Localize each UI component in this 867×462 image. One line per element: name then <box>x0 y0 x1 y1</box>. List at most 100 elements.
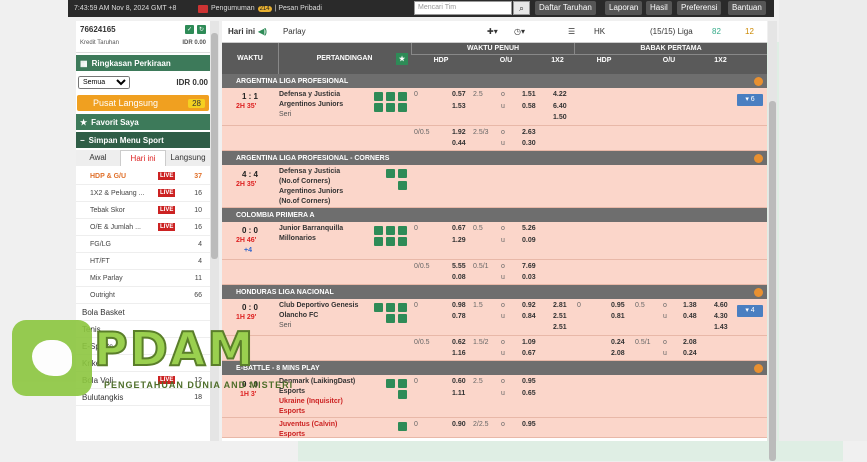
main-scrollbar[interactable] <box>768 21 777 461</box>
odds-value[interactable]: 0.24 <box>611 339 625 346</box>
odds-value[interactable]: 2.81 <box>553 302 567 309</box>
league-header[interactable]: E-BATTLE - 8 MINS PLAY <box>222 361 767 375</box>
nav-preferences[interactable]: Preferensi <box>677 1 722 15</box>
team-search-input[interactable]: Mencari Tim <box>414 1 512 15</box>
list-icon[interactable]: ☰ <box>568 27 575 36</box>
sport-item[interactable]: Bola Voli LIVE 12 <box>76 372 210 389</box>
info-icon[interactable] <box>374 103 383 112</box>
sport-item[interactable]: Mix Parlay 11 <box>76 270 210 287</box>
dollar-icon[interactable] <box>398 103 407 112</box>
odds-value[interactable]: 4.60 <box>714 302 728 309</box>
announcement-link[interactable]: Pengumuman 214 | Pesan Pribadi <box>198 4 322 13</box>
check-icon[interactable]: ✓ <box>185 25 194 34</box>
chart-icon[interactable] <box>386 314 395 323</box>
more-markets-dropdown[interactable]: ▾ 4 <box>737 305 763 317</box>
stats-icon[interactable] <box>374 92 383 101</box>
odds-value[interactable]: 0.84 <box>522 313 536 320</box>
stats-icon[interactable] <box>374 226 383 235</box>
odds-value[interactable]: 1.51 <box>522 91 536 98</box>
odds-value[interactable]: 5.55 <box>452 263 466 270</box>
refresh-icon[interactable] <box>754 153 763 163</box>
sport-item[interactable]: Tebak Skor LIVE 10 <box>76 202 210 219</box>
add-icon[interactable]: ✚▾ <box>487 27 498 36</box>
odds-value[interactable]: 0.95 <box>522 378 536 385</box>
star-icon[interactable] <box>398 379 407 388</box>
stats-icon[interactable] <box>374 303 383 312</box>
odds-value[interactable]: 0.98 <box>452 302 466 309</box>
tv-icon[interactable] <box>386 92 395 101</box>
odds-value[interactable]: 0.44 <box>452 140 466 147</box>
chart-icon[interactable] <box>386 237 395 246</box>
more-markets-dropdown[interactable]: ▾ 6 <box>737 94 763 106</box>
odds-value[interactable]: 1.09 <box>522 339 536 346</box>
league-header[interactable]: COLOMBIA PRIMERA A <box>222 208 767 222</box>
sport-item[interactable]: Outright 66 <box>76 287 210 304</box>
odds-value[interactable]: 0.08 <box>452 274 466 281</box>
nav-results[interactable]: Hasil <box>646 1 672 15</box>
refresh-icon[interactable]: ↻ <box>197 25 206 34</box>
odds-value[interactable]: 1.29 <box>452 237 466 244</box>
dollar-icon[interactable] <box>398 390 407 399</box>
odds-value[interactable]: 2.63 <box>522 129 536 136</box>
odds-value[interactable]: 0.65 <box>522 390 536 397</box>
odds-value[interactable]: 4.22 <box>553 91 567 98</box>
odds-value[interactable]: 0.24 <box>683 350 697 357</box>
odds-value[interactable]: 1.11 <box>452 390 465 397</box>
league-header[interactable]: ARGENTINA LIGA PROFESIONAL - CORNERS <box>222 151 767 165</box>
today-label[interactable]: Hari ini ◀) <box>222 27 267 36</box>
star-filter-icon[interactable]: ★ <box>396 53 408 65</box>
odds-value[interactable]: 0.60 <box>452 378 466 385</box>
dollar-icon[interactable] <box>398 181 407 190</box>
count-b[interactable]: 12 <box>745 27 754 36</box>
tab-today[interactable]: Hari ini <box>120 150 166 166</box>
odds-value[interactable]: 0.81 <box>611 313 625 320</box>
odds-value[interactable]: 0.62 <box>452 339 466 346</box>
odds-value[interactable]: 0.95 <box>611 302 625 309</box>
odds-value[interactable]: 1.38 <box>683 302 697 309</box>
sport-item[interactable]: Bulutangkis 18 <box>76 389 210 406</box>
refresh-icon[interactable] <box>754 287 763 297</box>
sport-item[interactable]: O/E & Jumlah ... LIVE 16 <box>76 219 210 236</box>
parlay-link[interactable]: Parlay <box>283 27 306 36</box>
sport-item[interactable]: Tenis <box>76 321 210 338</box>
odds-value[interactable]: 0.92 <box>522 302 536 309</box>
odds-value[interactable]: 6.40 <box>553 103 567 110</box>
count-a[interactable]: 82 <box>712 27 721 36</box>
nav-report[interactable]: Laporan <box>605 1 643 15</box>
nav-bet-list[interactable]: Daftar Taruhan <box>535 1 596 15</box>
odds-type-select[interactable]: HK <box>594 27 605 36</box>
star-icon[interactable] <box>398 303 407 312</box>
summary-select[interactable]: Semua <box>78 76 130 89</box>
odds-value[interactable]: 0.67 <box>452 225 466 232</box>
odds-value[interactable]: 2.51 <box>553 324 567 331</box>
odds-value[interactable]: 0.58 <box>522 103 536 110</box>
tv-icon[interactable] <box>386 226 395 235</box>
star-icon[interactable] <box>398 226 407 235</box>
tab-live[interactable]: Langsung <box>166 150 210 166</box>
sport-item[interactable]: 1X2 & Peluang ... LIVE 16 <box>76 185 210 202</box>
odds-value[interactable]: 0.57 <box>452 91 466 98</box>
odds-value[interactable]: 2.51 <box>553 313 567 320</box>
search-button[interactable]: ⌕ <box>513 1 530 15</box>
star-icon[interactable] <box>398 92 407 101</box>
odds-value[interactable]: 0.90 <box>452 421 466 428</box>
odds-value[interactable]: 0.09 <box>522 237 536 244</box>
refresh-icon[interactable] <box>754 363 763 373</box>
private-message-link[interactable]: | Pesan Pribadi <box>275 5 322 12</box>
favorites-header[interactable]: ★ Favorit Saya <box>76 114 210 130</box>
odds-value[interactable]: 1.53 <box>452 103 466 110</box>
odds-value[interactable]: 1.16 <box>452 350 466 357</box>
sport-item[interactable]: Kriket <box>76 355 210 372</box>
league-filter[interactable]: (15/15) Liga <box>650 27 693 36</box>
sport-menu-header[interactable]: − Simpan Menu Sport <box>76 132 210 148</box>
odds-value[interactable]: 4.30 <box>714 313 728 320</box>
tv-icon[interactable] <box>386 303 395 312</box>
odds-value[interactable]: 0.03 <box>522 274 536 281</box>
clock-icon[interactable]: ◷▾ <box>514 27 525 36</box>
sport-item[interactable]: HT/FT 4 <box>76 253 210 270</box>
sport-item[interactable]: FG/LG 4 <box>76 236 210 253</box>
live-center-button[interactable]: Pusat Langsung 28 <box>77 95 209 111</box>
nav-help[interactable]: Bantuan <box>728 1 766 15</box>
odds-value[interactable]: 0.67 <box>522 350 536 357</box>
odds-value[interactable]: 7.69 <box>522 263 536 270</box>
